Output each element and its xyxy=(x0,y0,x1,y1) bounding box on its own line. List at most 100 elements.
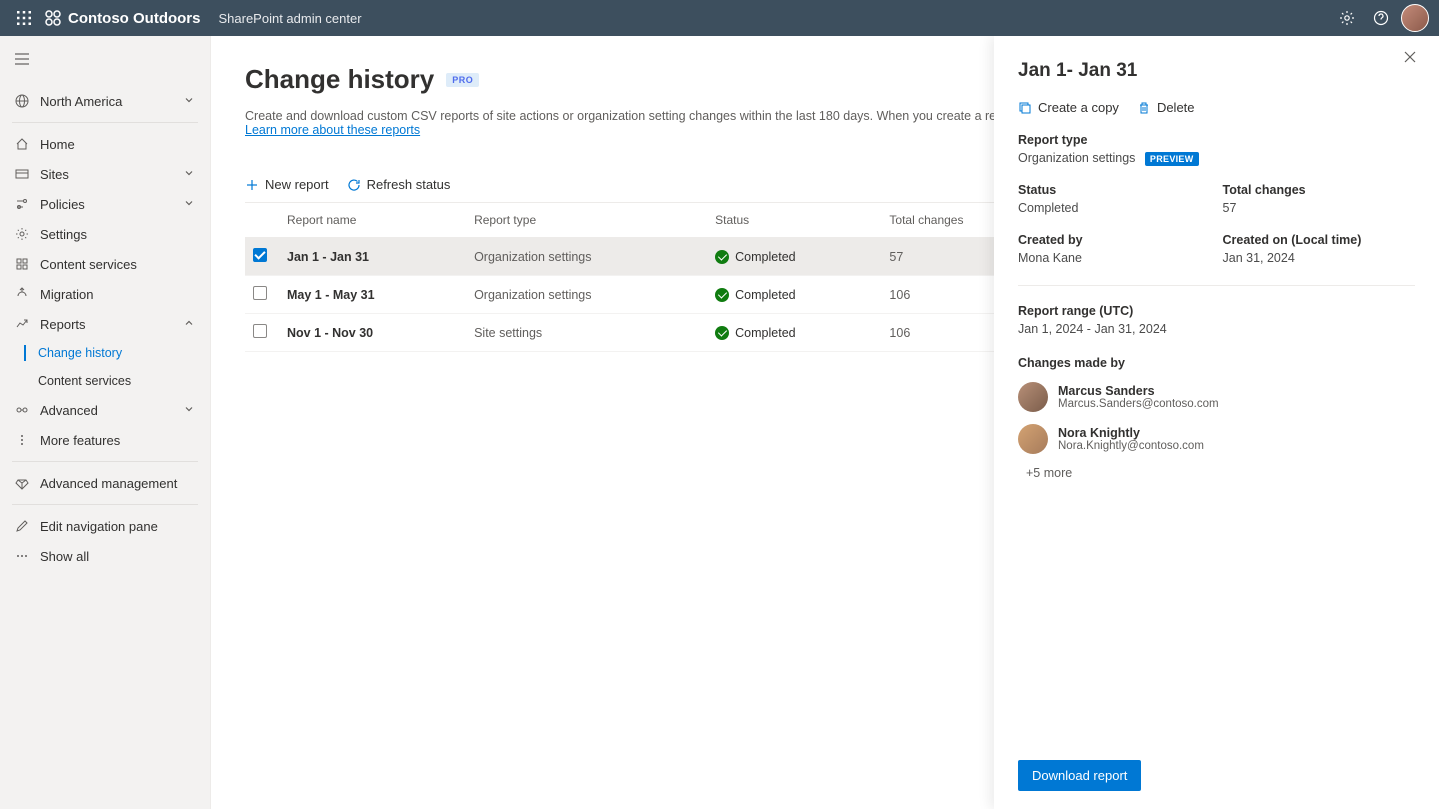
person-avatar xyxy=(1018,424,1048,454)
migration-icon xyxy=(14,286,30,302)
row-checkbox[interactable] xyxy=(253,248,267,262)
new-report-button[interactable]: New report xyxy=(245,177,329,192)
label-created-by: Created by xyxy=(1018,233,1211,247)
trash-icon xyxy=(1137,101,1151,115)
chevron-down-icon xyxy=(184,404,196,416)
panel-title: Jan 1- Jan 31 xyxy=(1018,60,1415,82)
app-launcher-icon[interactable] xyxy=(8,2,40,34)
cell-report-type: Site settings xyxy=(466,314,707,352)
cell-status: Completed xyxy=(707,314,881,352)
brand-logo: Contoso Outdoors xyxy=(44,9,200,27)
check-circle-icon xyxy=(715,250,729,264)
value-total-changes: 57 xyxy=(1223,201,1416,215)
plus-icon xyxy=(245,178,259,192)
cell-status: Completed xyxy=(707,276,881,314)
preview-badge: PREVIEW xyxy=(1145,152,1199,166)
details-panel: Jan 1- Jan 31 Create a copy Delete Repor… xyxy=(994,36,1439,809)
ellipsis-icon xyxy=(14,548,30,564)
label-report-type: Report type xyxy=(1018,133,1415,147)
label-report-range: Report range (UTC) xyxy=(1018,304,1415,318)
col-status[interactable]: Status xyxy=(707,203,881,238)
brand-mark-icon xyxy=(44,9,62,27)
nav-more-features[interactable]: More features xyxy=(0,425,210,455)
nav-edit-pane[interactable]: Edit navigation pane xyxy=(0,511,210,541)
top-bar: Contoso Outdoors SharePoint admin center xyxy=(0,0,1439,36)
more-people[interactable]: +5 more xyxy=(1026,466,1415,480)
cell-report-name: Nov 1 - Nov 30 xyxy=(279,314,466,352)
col-report-name[interactable]: Report name xyxy=(279,203,466,238)
nav-policies[interactable]: Policies xyxy=(0,189,210,219)
check-circle-icon xyxy=(715,326,729,340)
nav-advanced-management[interactable]: Advanced management xyxy=(0,468,210,498)
value-created-on: Jan 31, 2024 xyxy=(1223,251,1416,265)
home-icon xyxy=(14,136,30,152)
person-email: Nora.Knightly@contoso.com xyxy=(1058,440,1204,452)
label-total-changes: Total changes xyxy=(1223,183,1416,197)
chevron-up-icon xyxy=(184,318,196,330)
row-checkbox[interactable] xyxy=(253,324,267,338)
person-item: Marcus SandersMarcus.Sanders@contoso.com xyxy=(1018,382,1415,412)
label-status: Status xyxy=(1018,183,1211,197)
value-report-range: Jan 1, 2024 - Jan 31, 2024 xyxy=(1018,322,1415,336)
row-checkbox[interactable] xyxy=(253,286,267,300)
cell-report-name: Jan 1 - Jan 31 xyxy=(279,238,466,276)
chevron-down-icon xyxy=(184,198,196,210)
advanced-icon xyxy=(14,402,30,418)
globe-icon xyxy=(14,93,30,109)
close-icon[interactable] xyxy=(1403,50,1423,70)
col-report-type[interactable]: Report type xyxy=(466,203,707,238)
content-icon xyxy=(14,256,30,272)
person-name: Marcus Sanders xyxy=(1058,384,1219,398)
delete-button[interactable]: Delete xyxy=(1137,100,1195,115)
nav-region-selector[interactable]: North America xyxy=(0,86,210,116)
check-circle-icon xyxy=(715,288,729,302)
label-changes-made-by: Changes made by xyxy=(1018,356,1415,370)
more-icon xyxy=(14,432,30,448)
app-name: SharePoint admin center xyxy=(218,11,361,26)
person-item: Nora KnightlyNora.Knightly@contoso.com xyxy=(1018,424,1415,454)
nav-content-services[interactable]: Content services xyxy=(0,249,210,279)
diamond-icon xyxy=(14,475,30,491)
cell-report-name: May 1 - May 31 xyxy=(279,276,466,314)
cell-report-type: Organization settings xyxy=(466,276,707,314)
nav-reports[interactable]: Reports xyxy=(0,309,210,339)
nav-show-all[interactable]: Show all xyxy=(0,541,210,571)
settings-icon[interactable] xyxy=(1331,2,1363,34)
nav-settings[interactable]: Settings xyxy=(0,219,210,249)
create-copy-button[interactable]: Create a copy xyxy=(1018,100,1119,115)
help-icon[interactable] xyxy=(1365,2,1397,34)
nav-migration[interactable]: Migration xyxy=(0,279,210,309)
sites-icon xyxy=(14,166,30,182)
nav-change-history[interactable]: Change history xyxy=(0,339,210,367)
nav-region-label: North America xyxy=(40,94,184,109)
gear-icon xyxy=(14,226,30,242)
nav-advanced[interactable]: Advanced xyxy=(0,395,210,425)
pencil-icon xyxy=(14,518,30,534)
refresh-icon xyxy=(347,178,361,192)
download-report-button[interactable]: Download report xyxy=(1018,760,1141,791)
person-avatar xyxy=(1018,382,1048,412)
nav-collapse-icon[interactable] xyxy=(4,44,40,74)
reports-icon xyxy=(14,316,30,332)
value-status: Completed xyxy=(1018,201,1211,215)
pro-badge: PRO xyxy=(446,73,479,87)
cell-report-type: Organization settings xyxy=(466,238,707,276)
left-nav: North America Home Sites Policies Settin… xyxy=(0,36,211,809)
refresh-button[interactable]: Refresh status xyxy=(347,177,451,192)
brand-name: Contoso Outdoors xyxy=(68,10,200,27)
nav-home[interactable]: Home xyxy=(0,129,210,159)
user-avatar[interactable] xyxy=(1399,2,1431,34)
chevron-down-icon xyxy=(184,168,196,180)
page-title: Change history xyxy=(245,64,434,95)
main-content: Change history PRO Create and download c… xyxy=(211,36,1439,809)
cell-status: Completed xyxy=(707,238,881,276)
value-created-by: Mona Kane xyxy=(1018,251,1211,265)
person-email: Marcus.Sanders@contoso.com xyxy=(1058,398,1219,410)
chevron-down-icon xyxy=(184,95,196,107)
policies-icon xyxy=(14,196,30,212)
nav-sites[interactable]: Sites xyxy=(0,159,210,189)
learn-more-link[interactable]: Learn more about these reports xyxy=(245,123,420,137)
copy-icon xyxy=(1018,101,1032,115)
nav-reports-content-services[interactable]: Content services xyxy=(0,367,210,395)
person-name: Nora Knightly xyxy=(1058,426,1204,440)
